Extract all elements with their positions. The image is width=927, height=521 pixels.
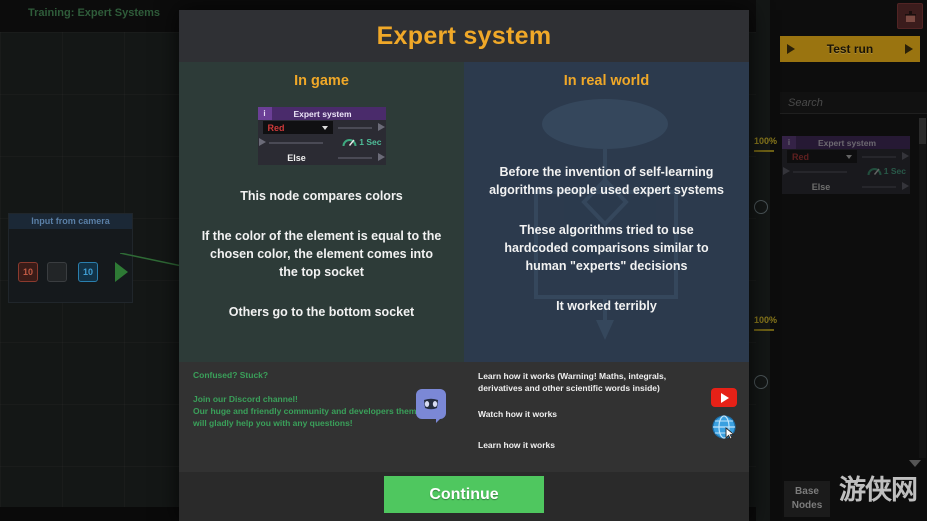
palette-socket-out-top-icon[interactable] (902, 152, 909, 160)
refresh-icon-2[interactable] (754, 375, 768, 389)
chevron-up-icon[interactable] (909, 460, 921, 467)
modal-footer: Confused? Stuck? Join our Discord channe… (179, 362, 749, 472)
refresh-icon-1[interactable] (754, 200, 768, 214)
palette-timer[interactable]: 1 Sec (867, 165, 906, 176)
sidebar-scrollbar[interactable] (919, 118, 926, 458)
real-world-para-1: Before the invention of self-learning al… (489, 165, 724, 197)
demo-node-title: Expert system (293, 108, 352, 119)
in-game-heading: In game (294, 73, 349, 89)
in-game-para-2: If the color of the element is equal to … (201, 229, 442, 279)
palette-node-body: Red 1 Sec Else (782, 149, 910, 194)
footer-headline: Confused? Stuck? (193, 370, 269, 380)
expert-system-node-demo[interactable]: i Expert system Red 1 Sec Else (179, 107, 464, 165)
tab-base-nodes[interactable]: Base Nodes (784, 481, 830, 517)
in-game-text: This node compares colors If the color o… (179, 187, 464, 321)
palette-else-label: Else (811, 181, 831, 192)
palette-node-title: Expert system (817, 137, 877, 148)
base-nodes-line1: Base (795, 486, 819, 497)
globe-icon[interactable] (711, 414, 737, 440)
demo-else-label: Else (287, 152, 306, 163)
demo-node-header: i Expert system (257, 107, 386, 120)
demo-timer[interactable]: 1 Sec (342, 136, 382, 147)
palette-timer-label: 1 Sec (883, 165, 906, 176)
meter-bar-2 (754, 329, 774, 331)
demo-color-dropdown[interactable]: Red (262, 121, 333, 134)
test-run-button[interactable]: Test run (780, 36, 920, 62)
test-run-right-arrow-icon (904, 44, 913, 54)
app-root: Training: Expert Systems Input from came… (0, 0, 927, 521)
meter-value-1: 100% (754, 136, 778, 146)
sidebar-scrollbar-thumb[interactable] (919, 118, 926, 144)
chevron-down-icon (846, 154, 852, 159)
palette-color-value: Red (792, 151, 810, 162)
modal-header: Expert system (179, 10, 749, 62)
demo-socket-in-icon[interactable] (258, 138, 266, 146)
meter-value-2: 100% (754, 315, 778, 325)
palette-socket-line-else (862, 186, 896, 188)
footer-warning-line-2: derivatives and other scientific words i… (478, 383, 660, 393)
palette-info-icon[interactable]: i (782, 136, 796, 149)
base-nodes-line2: Nodes (791, 500, 823, 511)
gauge-icon (342, 139, 357, 147)
palette-node-header: i Expert system (782, 136, 910, 149)
right-sidebar: Test run Search i Expert system Red 1 Se… (754, 0, 927, 521)
footer-discord-line-2: Our huge and friendly community and deve… (193, 406, 443, 416)
demo-socket-out-else-icon[interactable] (377, 153, 385, 161)
sidebar-edge-strip (756, 0, 770, 521)
youtube-play-triangle-icon (721, 392, 729, 403)
continue-button[interactable]: Continue (384, 476, 544, 513)
palette-expert-system-node[interactable]: i Expert system Red 1 Sec Else (782, 136, 910, 194)
camera-slot-red[interactable]: 10 (18, 262, 38, 282)
input-from-camera-node[interactable]: Input from camera 10 10 (8, 213, 133, 303)
real-world-para-2: These algorithms tried to use hardcoded … (504, 223, 709, 273)
demo-color-value: Red (267, 122, 285, 133)
in-real-world-heading: In real world (563, 73, 650, 89)
delete-icon[interactable] (897, 3, 923, 29)
expert-system-modal: Expert system In game i Expert system Re… (179, 10, 749, 521)
watermark: 游侠网 (839, 475, 918, 506)
demo-socket-out-top-icon[interactable] (377, 123, 385, 131)
palette-socket-in-icon[interactable] (783, 167, 790, 175)
footer-discord-line-1[interactable]: Join our Discord channel! (193, 393, 450, 405)
camera-slot-empty[interactable] (47, 262, 67, 282)
search-input[interactable]: Search (780, 92, 927, 114)
palette-socket-line-mid (793, 171, 847, 173)
in-game-para-3: Others go to the bottom socket (228, 305, 415, 319)
training-title: Training: Expert Systems (27, 7, 161, 19)
in-real-world-column: In real world Before the invention of se… (464, 62, 749, 362)
demo-timer-label: 1 Sec (359, 136, 382, 147)
test-run-label: Test run (826, 42, 874, 56)
footer-discord-section: Confused? Stuck? Join our Discord channe… (179, 362, 464, 472)
learn-how-it-works-link[interactable]: Learn how it works (478, 439, 735, 451)
palette-socket-out-else-icon[interactable] (902, 182, 909, 190)
palette-socket-line-top (862, 156, 896, 158)
in-game-column: In game i Expert system Red 1 Sec Else T… (179, 62, 464, 362)
footer-links-section: Learn how it works (Warning! Maths, inte… (464, 362, 749, 472)
camera-node-body: 10 10 (9, 229, 132, 304)
in-real-world-text: Before the invention of self-learning al… (464, 89, 749, 315)
footer-discord-line-3: will gladly help you with any questions! (193, 418, 353, 428)
youtube-icon[interactable] (711, 388, 737, 407)
in-game-para-1: This node compares colors (240, 189, 403, 203)
demo-socket-line-top (337, 127, 372, 129)
camera-node-title: Input from camera (9, 214, 132, 229)
demo-socket-line-else (337, 157, 372, 159)
modal-columns: In game i Expert system Red 1 Sec Else T… (179, 62, 749, 362)
chevron-down-icon (321, 125, 328, 130)
palette-color-dropdown[interactable]: Red (787, 150, 857, 163)
meter-bar-1 (754, 150, 774, 152)
camera-slot-blue[interactable]: 10 (78, 262, 98, 282)
demo-node-body: Red 1 Sec Else (257, 120, 386, 165)
modal-bottom-bar: Continue (179, 472, 749, 521)
info-icon[interactable]: i (257, 107, 272, 120)
demo-socket-line-mid (268, 142, 323, 144)
real-world-para-3: It worked terribly (556, 299, 657, 313)
modal-title: Expert system (376, 21, 552, 50)
gauge-icon (867, 168, 882, 176)
footer-warning-line-1: Learn how it works (Warning! Maths, inte… (478, 371, 667, 381)
test-run-left-arrow-icon (787, 44, 795, 54)
watch-how-it-works-link[interactable]: Watch how it works (478, 408, 735, 420)
